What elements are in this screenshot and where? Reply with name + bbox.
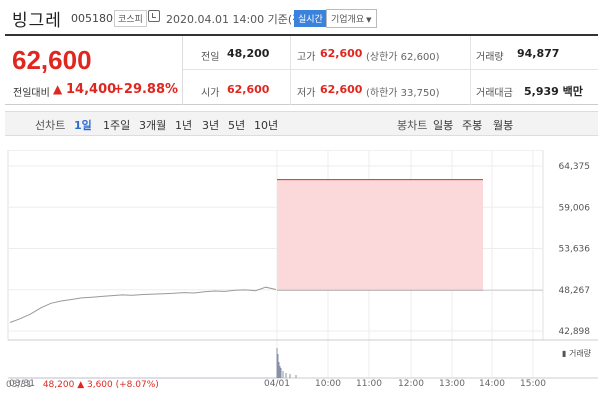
price-chart[interactable]: 03/31 04/01 10:00 11:00 12:00 13:00 14:00 15:00… bbox=[0, 150, 600, 406]
lower-limit: (하한가 33,750) bbox=[366, 88, 440, 99]
low-value: 62,600 bbox=[320, 83, 363, 96]
x-tick-label: 12:00 bbox=[398, 379, 424, 389]
period-5y[interactable]: 5년 bbox=[228, 117, 245, 133]
upper-limit: (상한가 62,600) bbox=[366, 52, 440, 63]
x-tick-label: 15:00 bbox=[520, 379, 546, 389]
chevron-down-icon: ▼ bbox=[366, 16, 372, 24]
x-tick-label: 10:00 bbox=[315, 379, 341, 389]
clock-icon bbox=[148, 10, 160, 22]
stock-name: 빙그레 bbox=[12, 11, 62, 31]
chart-toolbar: 선차트 1일 1주일 3개월 1년 3년 5년 10년 봉차트 일봉 주봉 월봉 bbox=[5, 111, 598, 136]
up-arrow-icon: ▲ bbox=[53, 82, 63, 96]
y-tick-label: 59,006 bbox=[559, 203, 591, 213]
line-chart-label: 선차트 bbox=[35, 119, 66, 132]
footer-change: 3,600 bbox=[86, 380, 113, 390]
price-summary: 62,600 전일대비 ▲ 14,400 +29.88% 전일 48,200 고… bbox=[5, 34, 598, 105]
prev-close-label: 전일 bbox=[201, 52, 220, 63]
period-3m[interactable]: 3개월 bbox=[139, 117, 166, 133]
candle-daily[interactable]: 일봉 bbox=[433, 117, 453, 133]
period-1w[interactable]: 1주일 bbox=[103, 117, 130, 133]
company-overview-button[interactable]: 기업개요 ▼ bbox=[326, 9, 377, 28]
stock-code: 005180 bbox=[71, 12, 113, 25]
volume-legend: ▮ 거래량 bbox=[562, 349, 592, 358]
current-price: 62,600 bbox=[12, 45, 92, 75]
volume-legend-label: 거래량 bbox=[568, 349, 592, 358]
x-tick-label: 13:00 bbox=[439, 379, 465, 389]
volume-label: 거래량 bbox=[476, 52, 504, 63]
market-badge: 코스피 bbox=[114, 10, 147, 27]
price-diff: 14,400 bbox=[66, 82, 117, 97]
period-1d[interactable]: 1일 bbox=[74, 117, 92, 133]
x-tick-label: 14:00 bbox=[479, 379, 505, 389]
high-label: 고가 bbox=[297, 52, 316, 63]
limit-area bbox=[277, 179, 483, 291]
period-3y[interactable]: 3년 bbox=[202, 117, 219, 133]
price-series-line bbox=[9, 286, 277, 323]
period-1y[interactable]: 1년 bbox=[175, 117, 192, 133]
volume-value: 94,877 bbox=[517, 47, 560, 60]
y-tick-label: 42,898 bbox=[559, 327, 591, 337]
y-tick-label: 64,375 bbox=[559, 162, 591, 172]
chart-canvas: 03/31 04/01 10:00 11:00 12:00 13:00 14:00 15:00… bbox=[7, 150, 598, 389]
footer-pct: (+8.07%) bbox=[115, 380, 159, 390]
turnover-value: 5,939 백만 bbox=[524, 85, 583, 98]
footer-price: 48,200 bbox=[42, 380, 75, 390]
candle-monthly[interactable]: 월봉 bbox=[493, 117, 513, 133]
diff-label: 전일대비 bbox=[13, 88, 50, 99]
company-overview-label: 기업개요 bbox=[331, 15, 365, 25]
chart-footer: 03/31 48,200 ▲ 3,600 (+8.07%) bbox=[6, 380, 159, 390]
live-badge[interactable]: 실시간 bbox=[294, 10, 327, 27]
summary-divider bbox=[470, 36, 471, 105]
summary-divider bbox=[290, 36, 291, 105]
candle-weekly[interactable]: 주봉 bbox=[462, 117, 482, 133]
current-price-panel: 62,600 전일대비 ▲ 14,400 +29.88% bbox=[5, 36, 183, 105]
footer-date: 03/31 bbox=[6, 380, 32, 390]
high-value: 62,600 bbox=[320, 47, 363, 60]
x-tick-label: 11:00 bbox=[356, 379, 382, 389]
low-label: 저가 bbox=[297, 88, 316, 99]
stock-header: 빙그레 005180 코스피 2020.04.01 14:00 기준(장중) 실… bbox=[0, 0, 600, 34]
candle-chart-label: 봉차트 bbox=[397, 119, 428, 132]
period-10y[interactable]: 10년 bbox=[254, 117, 278, 133]
summary-divider bbox=[183, 69, 598, 70]
y-tick-label: 53,636 bbox=[559, 245, 591, 255]
y-tick-label: 48,267 bbox=[559, 286, 591, 296]
open-value: 62,600 bbox=[227, 83, 270, 96]
price-pct: +29.88% bbox=[113, 82, 179, 97]
open-label: 시가 bbox=[201, 88, 220, 99]
up-arrow-icon: ▲ bbox=[77, 380, 85, 390]
turnover-label: 거래대금 bbox=[476, 88, 513, 99]
x-tick-label: 04/01 bbox=[264, 379, 290, 389]
prev-close-value: 48,200 bbox=[227, 47, 270, 60]
